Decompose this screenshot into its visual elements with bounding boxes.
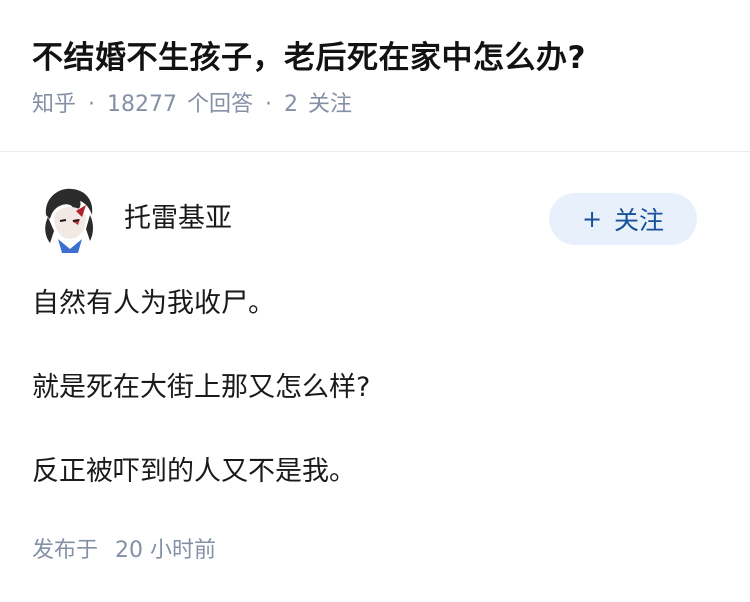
meta-separator: · (265, 92, 273, 117)
plus-icon: + (581, 205, 603, 233)
avatar-anime-portrait-icon (32, 181, 106, 255)
follow-count-label: 关注 (308, 92, 353, 117)
question-meta: 知乎 · 18277 个回答 · 2 关注 (32, 90, 718, 120)
author-name[interactable]: 托雷基亚 (124, 201, 232, 237)
answer-content: 自然有人为我收尸。 就是死在大街上那又怎么样? 反正被吓到的人又不是我。 (32, 284, 718, 492)
avatar[interactable] (32, 181, 106, 255)
section-divider (0, 151, 750, 152)
author-row: 托雷基亚 + 关注 (32, 181, 718, 261)
meta-separator: · (88, 92, 96, 117)
follow-button[interactable]: + 关注 (549, 193, 697, 245)
question-header: 不结婚不生孩子，老后死在家中怎么办? 知乎 · 18277 个回答 · 2 关注 (0, 0, 750, 117)
answer-paragraph: 就是死在大街上那又怎么样? (32, 372, 371, 403)
published-time: 20 小时前 (115, 538, 217, 563)
follow-button-label: 关注 (614, 206, 665, 235)
answer-count[interactable]: 18277 (107, 90, 177, 120)
answer-paragraph: 自然有人为我收尸。 (32, 288, 275, 319)
source-label[interactable]: 知乎 (32, 90, 76, 120)
published-label: 发布于 (32, 538, 99, 563)
question-title[interactable]: 不结婚不生孩子，老后死在家中怎么办? (32, 36, 718, 80)
publish-info: 发布于 20 小时前 (32, 536, 216, 566)
answer-count-label[interactable]: 个回答 (187, 90, 253, 120)
follow-count: 2 (284, 92, 299, 117)
answer-paragraph: 反正被吓到的人又不是我。 (32, 456, 356, 487)
